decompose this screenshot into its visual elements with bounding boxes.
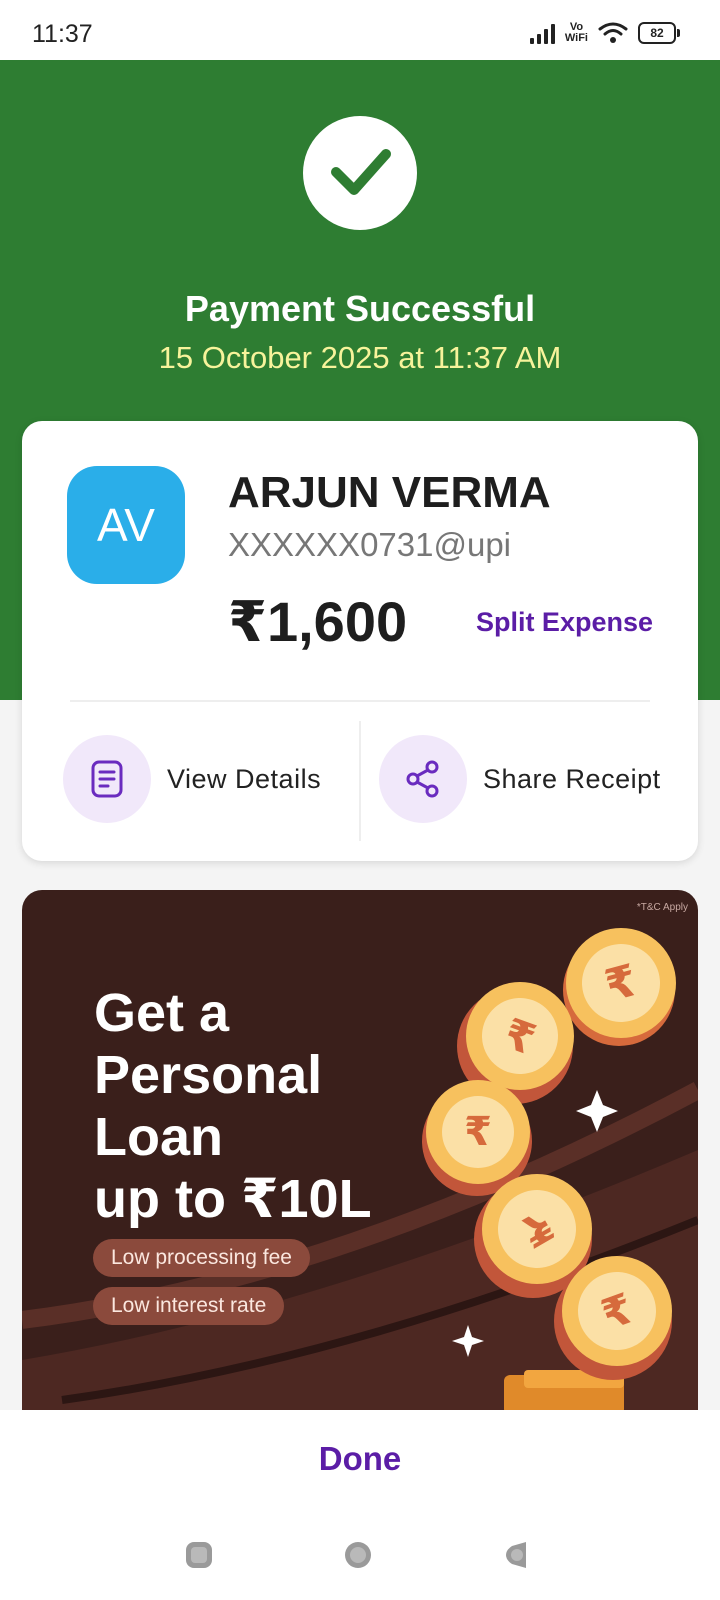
share-icon bbox=[406, 760, 439, 798]
rupee-icon: ₹ bbox=[442, 1096, 514, 1168]
avatar: AV bbox=[67, 466, 185, 584]
share-icon-wrap bbox=[379, 735, 467, 823]
banner-headline: Get a Personal Loan up to ₹10L bbox=[94, 982, 372, 1230]
rupee-icon: ₹ bbox=[483, 1175, 591, 1283]
coin: ₹ bbox=[466, 982, 574, 1090]
done-button[interactable]: Done bbox=[0, 1440, 720, 1478]
banner-headline-line: Personal bbox=[94, 1045, 323, 1105]
home-icon[interactable] bbox=[343, 1540, 373, 1570]
checkmark-icon bbox=[331, 149, 391, 195]
signal-icon bbox=[529, 22, 555, 44]
rupee-icon: ₹ bbox=[567, 1261, 667, 1361]
payee-name: ARJUN VERMA bbox=[228, 468, 551, 517]
bottom-bar bbox=[0, 1410, 720, 1600]
battery-level: 82 bbox=[650, 26, 664, 40]
banner-headline-line: Get a bbox=[94, 983, 230, 1043]
recent-apps-icon[interactable] bbox=[184, 1540, 214, 1570]
coin: ₹ bbox=[426, 1080, 530, 1184]
share-receipt-button[interactable]: Share Receipt bbox=[379, 735, 661, 823]
payment-amount: ₹1,600 bbox=[228, 590, 408, 653]
actions-divider bbox=[359, 721, 361, 841]
status-time: 11:37 bbox=[32, 20, 93, 48]
wifi-icon bbox=[598, 22, 628, 43]
share-receipt-label: Share Receipt bbox=[483, 763, 661, 794]
coin: ₹ bbox=[562, 1256, 672, 1366]
battery-icon: 82 bbox=[638, 22, 680, 44]
status-bar: 11:37 Vo WiFi 82 bbox=[0, 0, 720, 60]
status-icons: Vo WiFi 82 bbox=[529, 18, 680, 48]
feature-chip: Low interest rate bbox=[93, 1287, 285, 1325]
payment-card: AV ARJUN VERMA XXXXXX0731@upi ₹1,600 Spl… bbox=[22, 421, 698, 861]
rupee-icon: ₹ bbox=[471, 987, 569, 1085]
view-details-button[interactable]: View Details bbox=[63, 735, 321, 823]
coin: ₹ bbox=[482, 1174, 592, 1284]
split-expense-button[interactable]: Split Expense bbox=[476, 607, 653, 638]
back-icon[interactable] bbox=[500, 1540, 530, 1570]
coin: ₹ bbox=[566, 928, 676, 1038]
vowifi-icon: Vo WiFi bbox=[565, 22, 588, 44]
feature-chip: Low processing fee bbox=[93, 1239, 310, 1277]
banner-headline-line: Loan bbox=[94, 1107, 223, 1167]
banner-terms: *T&C Apply bbox=[636, 902, 688, 913]
card-divider bbox=[70, 700, 650, 702]
personal-loan-banner[interactable]: ₹ ₹ ₹ ₹ ₹ *T&C Apply Get a Personal Loan… bbox=[22, 890, 698, 1410]
rupee-icon: ₹ bbox=[573, 935, 669, 1031]
document-icon-wrap bbox=[63, 735, 151, 823]
success-badge bbox=[303, 116, 417, 230]
banner-headline-line: up to ₹10L bbox=[94, 1169, 372, 1229]
payment-status-title: Payment Successful bbox=[184, 288, 536, 329]
payee-upi-id: XXXXXX0731@upi bbox=[228, 526, 512, 563]
document-icon bbox=[91, 760, 123, 798]
payment-datetime: 15 October 2025 at 11:37 AM bbox=[158, 340, 562, 375]
view-details-label: View Details bbox=[167, 763, 322, 794]
vowifi-label-bottom: WiFi bbox=[564, 32, 588, 44]
